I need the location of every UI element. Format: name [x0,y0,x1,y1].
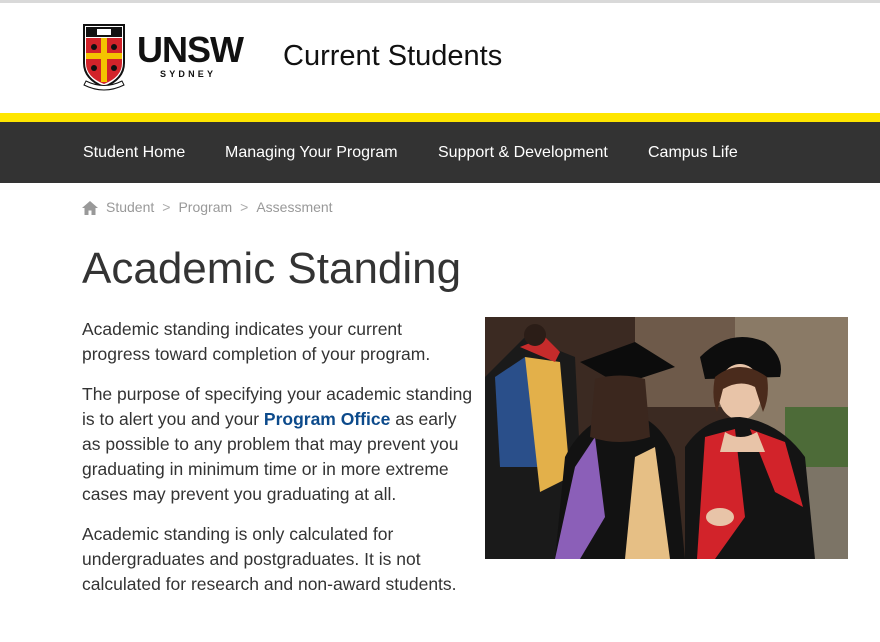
nav-item-campus-life[interactable]: Campus Life [648,143,738,163]
breadcrumb: Student > Program > Assessment [82,199,333,216]
main-nav: Student Home Managing Your Program Suppo… [0,122,880,183]
intro-paragraph: Academic standing indicates your current… [82,319,431,364]
program-office-link[interactable]: Program Office [264,409,390,429]
site-header: UNSW SYDNEY Current Students [0,3,880,113]
purpose-paragraph: The purpose of specifying your academic … [82,382,474,507]
unsw-wordmark[interactable]: UNSW [137,32,244,68]
site-title[interactable]: Current Students [283,39,502,73]
graduation-photo [485,317,848,559]
unsw-crest-logo[interactable] [82,23,126,95]
breadcrumb-student[interactable]: Student [106,199,154,216]
nav-item-managing-your-program[interactable]: Managing Your Program [225,143,398,163]
page-title: Academic Standing [82,244,462,293]
breadcrumb-separator: > [162,199,171,215]
main-content: Academic standing indicates your current… [82,317,474,612]
unsw-wordmark-sub: SYDNEY [160,69,217,79]
accent-bar [0,113,880,122]
home-icon[interactable] [82,200,98,215]
calculation-paragraph: Academic standing is only calculated for… [82,524,457,594]
nav-item-student-home[interactable]: Student Home [83,143,185,163]
breadcrumb-separator: > [240,199,249,215]
breadcrumb-program[interactable]: Program [178,199,232,216]
nav-item-support-development[interactable]: Support & Development [438,143,608,163]
breadcrumb-assessment: Assessment [256,199,333,215]
